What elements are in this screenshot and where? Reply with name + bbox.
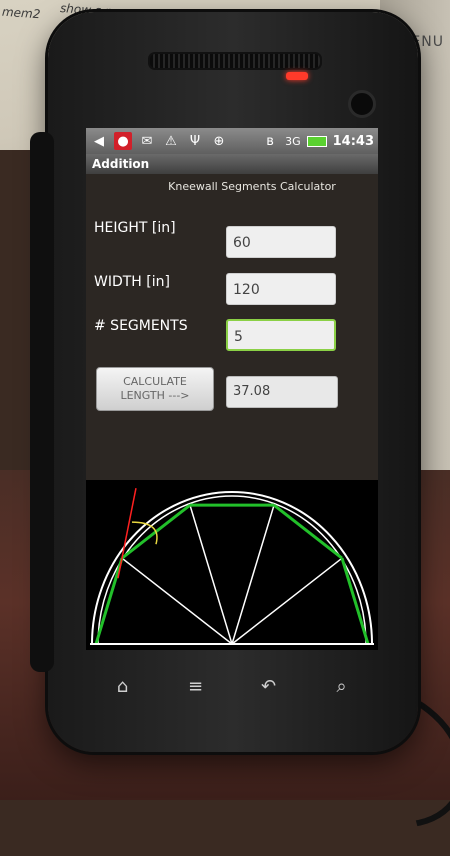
radial-line <box>121 557 233 645</box>
segments-label: # SEGMENTS <box>94 318 188 334</box>
network-type: 3G <box>285 134 301 148</box>
width-label: WIDTH [in] <box>94 274 170 290</box>
mail-icon: ✉ <box>141 133 153 149</box>
usb-icon: Ψ <box>189 133 201 149</box>
bluetooth-icon: ʙ <box>266 133 274 149</box>
height-input[interactable]: 60 <box>226 226 336 258</box>
search-icon[interactable]: ⌕ <box>322 669 362 703</box>
calculate-length-button[interactable]: CALCULATE LENGTH ---> <box>96 367 214 411</box>
phone-screen: ◀ ● ✉ ⚠ Ψ ⊕ ʙ 3G 14:43 Addition Kneewall… <box>86 128 378 650</box>
phone-bumper <box>30 132 54 672</box>
earpiece-speaker <box>148 52 322 70</box>
paper-scribble-2: mem2 <box>1 4 41 22</box>
segment-drawing <box>86 480 378 650</box>
menu-icon[interactable]: ≡ <box>176 669 216 703</box>
calculate-label-line1: CALCULATE <box>123 375 187 388</box>
tangent-line <box>117 488 137 579</box>
contact-icon: ● <box>114 132 132 150</box>
gps-icon: ⊕ <box>213 133 225 149</box>
height-label: HEIGHT [in] <box>94 220 176 236</box>
battery-icon <box>306 135 327 147</box>
home-icon[interactable]: ⌂ <box>103 669 143 703</box>
notification-led <box>286 72 308 80</box>
radial-line <box>231 504 275 645</box>
app-title: Addition <box>86 154 378 174</box>
status-bar: ◀ ● ✉ ⚠ Ψ ⊕ ʙ 3G 14:43 <box>86 128 378 154</box>
calculate-label-line2: LENGTH ---> <box>120 389 190 402</box>
nav-bar: ⌂ ≡ ↶ ⌕ <box>86 662 378 710</box>
segment-line <box>273 503 343 560</box>
back-icon[interactable]: ↶ <box>249 669 289 703</box>
radial-line <box>189 504 233 645</box>
clock: 14:43 <box>332 133 374 149</box>
radial-line <box>231 557 343 645</box>
length-result: 37.08 <box>226 376 338 408</box>
back-triangle-icon: ◀ <box>94 133 104 149</box>
width-input[interactable]: 120 <box>226 273 336 305</box>
warning-icon: ⚠ <box>165 133 177 149</box>
segments-input[interactable]: 5 <box>226 319 336 351</box>
front-camera <box>348 90 376 118</box>
page-subtitle: Kneewall Segments Calculator <box>168 180 336 193</box>
